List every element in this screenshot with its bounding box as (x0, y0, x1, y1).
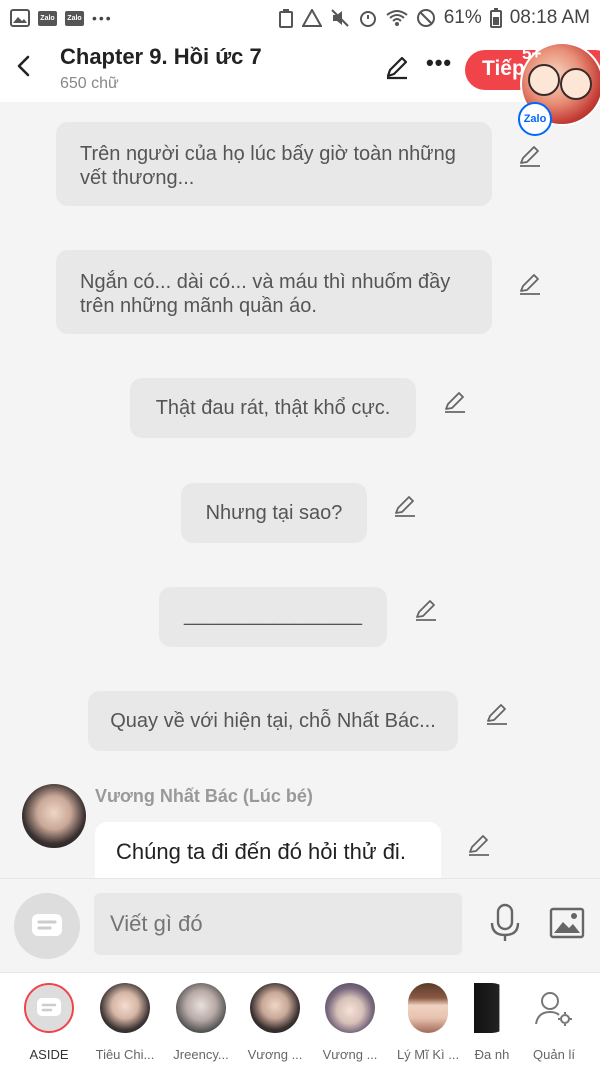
narration-bubble[interactable]: Quay về với hiện tại, chỗ Nhất Bác... (88, 691, 458, 751)
edit-chapter-button[interactable] (384, 54, 410, 85)
tab-manage[interactable]: Quản lí (518, 983, 590, 1062)
message-input[interactable] (94, 893, 462, 955)
tab-label: Vương ... (322, 1047, 378, 1062)
wifi-icon (386, 9, 408, 27)
message-text: Ngắn có... dài có... và máu thì nhuốm đầ… (80, 271, 451, 317)
character-tab-bar: ASIDE Tiêu Chi... Jreency... Vương ... V… (0, 972, 600, 1067)
unread-count-badge: 5+ (522, 44, 542, 63)
character-avatar (325, 983, 375, 1033)
sender-name: Vương Nhất Bác (Lúc bé) (95, 786, 313, 806)
narration-bubble[interactable]: Thật đau rát, thật khổ cực. (130, 378, 416, 438)
tab-aside[interactable]: ASIDE (13, 983, 85, 1062)
aside-avatar (24, 983, 74, 1033)
user-settings-icon (535, 992, 572, 1026)
edit-message-button[interactable] (467, 833, 491, 857)
zalo-notification-icon: Zalo (38, 10, 57, 26)
character-avatar[interactable] (22, 784, 86, 848)
no-signal-icon (416, 8, 436, 28)
narration-bubble[interactable]: ________________ (159, 587, 387, 647)
status-bar: Zalo Zalo ••• 61% 08:18 AM (0, 0, 600, 36)
pencil-icon (416, 600, 436, 621)
tab-label: Lý Mĩ Kì ... (396, 1047, 460, 1062)
tab-label: ASIDE (29, 1047, 69, 1062)
composer-bar (0, 878, 600, 972)
microphone-button[interactable] (488, 903, 522, 948)
pencil-icon (520, 146, 540, 167)
chat-area[interactable]: Trên người của họ lúc bấy giờ toàn những… (0, 102, 600, 878)
microphone-icon (490, 903, 520, 941)
narration-bubble[interactable]: Ngắn có... dài có... và máu thì nhuốm đầ… (56, 250, 492, 334)
pencil-icon (520, 274, 540, 295)
warning-icon (301, 9, 322, 27)
tab-label: Vương ... (247, 1047, 303, 1062)
tab-label: Quản lí (533, 1047, 575, 1062)
message-text: Quay về với hiện tại, chỗ Nhất Bác... (110, 710, 436, 732)
edit-message-button[interactable] (414, 598, 438, 622)
pencil-icon (469, 835, 489, 856)
edit-message-button[interactable] (518, 272, 542, 296)
clock: 08:18 AM (509, 7, 590, 28)
character-avatar (250, 983, 300, 1033)
pencil-icon (487, 704, 507, 725)
battery-icon (489, 8, 502, 28)
character-avatar (176, 983, 226, 1033)
edit-message-button[interactable] (518, 144, 542, 168)
character-avatar (408, 983, 448, 1033)
edit-message-button[interactable] (393, 494, 417, 518)
more-notifications-icon: ••• (92, 10, 113, 26)
dialogue-bubble[interactable]: Chúng ta đi đến đó hỏi thử đi. (95, 822, 441, 878)
message-text: Thật đau rát, thật khổ cực. (155, 397, 391, 419)
tab-label: Tiêu Chi... (95, 1047, 155, 1062)
tab-character[interactable]: Lý Mĩ Kì ... (392, 983, 464, 1062)
pencil-icon (395, 496, 415, 517)
tab-character[interactable]: Tiêu Chi... (89, 983, 161, 1062)
chapter-title: Chapter 9. Hồi ức 7 (60, 44, 262, 69)
alarm-icon (358, 8, 378, 28)
message-text: Trên người của họ lúc bấy giờ toàn những… (80, 143, 456, 189)
chevron-left-icon (17, 55, 30, 77)
back-button[interactable] (10, 52, 38, 80)
tab-character[interactable]: Vương ... (314, 983, 386, 1062)
message-text: Nhưng tại sao? (205, 502, 343, 524)
mute-icon (330, 8, 350, 28)
pencil-icon (445, 392, 465, 413)
character-avatar (100, 983, 150, 1033)
pencil-icon (386, 56, 408, 80)
narration-bubble[interactable]: Trên người của họ lúc bấy giờ toàn những… (56, 122, 492, 206)
tab-label: Jreency... (173, 1047, 229, 1062)
character-avatar (474, 983, 510, 1033)
tab-character[interactable]: Đa nh (465, 983, 519, 1062)
next-label: Tiếp (482, 57, 525, 80)
edit-message-button[interactable] (485, 702, 509, 726)
insert-image-button[interactable] (549, 907, 585, 944)
narration-bubble[interactable]: Nhưng tại sao? (181, 483, 367, 543)
gallery-icon (10, 9, 30, 27)
edit-message-button[interactable] (443, 390, 467, 414)
word-count: 650 chữ (60, 75, 119, 92)
narration-mode-button[interactable] (14, 893, 80, 959)
recycle-icon (278, 8, 294, 28)
battery-percent: 61% (443, 7, 482, 28)
tab-label: Đa nh (474, 1047, 510, 1062)
tab-character[interactable]: Jreency... (165, 983, 237, 1062)
message-text: Chúng ta đi đến đó hỏi thử đi. (116, 839, 406, 864)
message-text: ________________ (184, 604, 362, 626)
more-options-button[interactable]: ••• (426, 50, 452, 76)
chapter-header: Chapter 9. Hồi ức 7 650 chữ ••• Tiếp (0, 36, 600, 102)
tab-character[interactable]: Vương ... (239, 983, 311, 1062)
message-bubble-icon (32, 914, 62, 936)
message-bubble-icon (37, 998, 61, 1016)
zalo-notification-icon: Zalo (65, 10, 84, 26)
image-icon (549, 907, 585, 939)
manage-icon-wrap (529, 983, 579, 1033)
